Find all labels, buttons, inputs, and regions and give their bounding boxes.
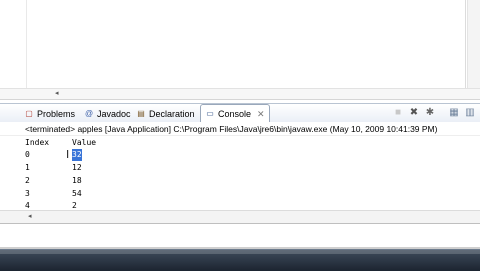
row-value: 18: [72, 176, 82, 185]
terminate-icon[interactable]: ■: [392, 107, 404, 119]
tab-label: Problems: [37, 108, 76, 119]
row-index: 3: [25, 189, 30, 198]
scroll-left-arrow-icon[interactable]: ◂: [55, 89, 59, 99]
row-value: 12: [72, 163, 82, 172]
problems-icon: ▢: [25, 108, 33, 118]
tab-declaration[interactable]: ▤ Declaration: [136, 104, 195, 123]
header-index: Index: [25, 138, 50, 147]
row-value: 54: [72, 189, 82, 198]
remove-all-terminated-icon[interactable]: ✱: [424, 107, 436, 119]
tab-javadoc[interactable]: @ Javadoc: [84, 104, 131, 123]
console-icon: ▭: [206, 109, 214, 118]
tab-problems[interactable]: ▢ Problems: [24, 104, 75, 123]
text-cursor-icon: I: [66, 148, 70, 161]
scroll-left-arrow-icon[interactable]: ◂: [28, 211, 32, 223]
row-index: 0: [25, 150, 30, 159]
scroll-lock-icon[interactable]: ▥: [464, 107, 476, 119]
editor-text-area[interactable]: [0, 0, 466, 88]
os-taskbar: [0, 249, 480, 271]
editor-vertical-scrollbar[interactable]: [467, 0, 480, 88]
view-tab-bar: ▢ Problems @ Javadoc ▤ Declaration ▭ Con…: [0, 103, 480, 124]
close-icon[interactable]: ✕: [257, 109, 265, 120]
clear-console-icon[interactable]: ▦: [448, 107, 460, 119]
declaration-icon: ▤: [137, 108, 145, 118]
editor-horizontal-scrollbar[interactable]: ◂: [0, 88, 480, 100]
javadoc-icon: @: [84, 108, 94, 118]
row-index: 1: [25, 163, 30, 172]
console-horizontal-scrollbar[interactable]: ◂: [0, 210, 480, 224]
editor-gutter: [26, 0, 27, 88]
console-output[interactable]: Index Value 0 32 1 12 2 18 3 54 4 2 I: [0, 137, 480, 210]
tab-console[interactable]: ▭ Console ✕: [200, 104, 270, 123]
tab-label: Declaration: [149, 108, 195, 119]
remove-launch-icon[interactable]: ✖: [408, 107, 420, 119]
header-value: Value: [72, 138, 97, 147]
editor-area[interactable]: ◂: [0, 0, 480, 100]
row-index: 2: [25, 176, 30, 185]
row-value-selected: 32: [72, 149, 82, 161]
taskbar-highlight: [0, 250, 480, 254]
tab-label: Javadoc: [97, 108, 131, 119]
tab-label: Console: [218, 109, 252, 119]
console-status-line: <terminated> apples [Java Application] C…: [0, 122, 480, 136]
